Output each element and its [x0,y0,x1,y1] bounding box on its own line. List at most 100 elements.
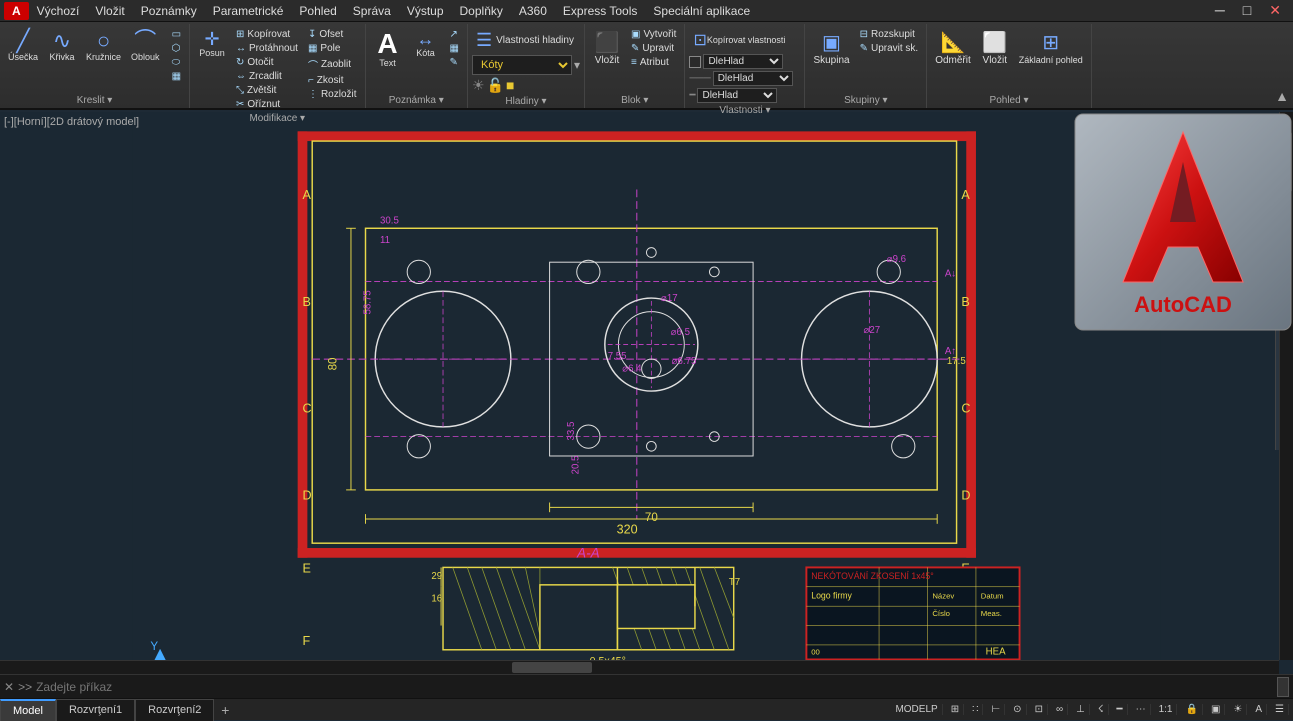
zoom-scale[interactable]: 1:1 [1155,704,1178,715]
menu-vychozi[interactable]: Výchozí [29,2,88,20]
layer-dropdown-arrow[interactable]: ▾ [574,58,580,72]
layer-lock-icon[interactable]: 🔓 [487,77,504,94]
tool-rotate[interactable]: ↻ Otočit [232,56,302,69]
section-vlastnosti-label[interactable]: Vlastnosti [689,103,800,118]
snap-button[interactable]: ∷ [968,704,983,715]
tool-edit-block[interactable]: ✎ Upravit [627,42,680,55]
lineweight-dropdown[interactable]: DleHlad [697,88,777,103]
tool-fillet[interactable]: ⌒ Zaoblit [304,56,361,73]
maximize-button[interactable]: □ [1235,0,1259,21]
tool-attrib[interactable]: ≡ Atribut [627,56,680,69]
tool-create-block[interactable]: ▣ Vytvořit [627,28,680,41]
grid-button[interactable]: ⊞ [947,704,964,715]
command-scroll[interactable] [1277,677,1289,697]
h-scrollbar-thumb[interactable] [512,662,592,673]
tool-polygon[interactable]: ⬡ [168,42,185,55]
tool-markup[interactable]: ✎ [446,56,463,69]
section-poznamka-label[interactable]: Poznámka [370,93,463,108]
section-skupiny-label[interactable]: Skupiny [809,93,922,108]
tool-protahnout[interactable]: ↔ Protáhnout [232,42,302,55]
tab-layout1[interactable]: Rozvrţení1 [56,699,135,721]
layer-freeze-icon[interactable]: ☀ [472,77,485,94]
modelp-button[interactable]: MODELP [891,704,942,715]
command-input[interactable] [36,680,1273,694]
command-close-icon[interactable]: ✕ [4,680,14,694]
ortho-button[interactable]: ⊢ [987,704,1005,715]
menu-vystup[interactable]: Výstup [399,2,452,20]
menu-pohled[interactable]: Pohled [291,2,344,20]
ducs-button[interactable]: ⊥ [1072,704,1090,715]
tool-posun[interactable]: ✛ Posun [194,28,230,60]
tool-table[interactable]: ▦ [446,42,463,55]
tool-vlastnosti-hladiny[interactable]: ☰ Vlastnosti hladiny [472,28,578,53]
section-pohled-label[interactable]: Pohled [931,93,1087,108]
tool-hatch[interactable]: ▦ [168,70,185,83]
add-layout-button[interactable]: + [214,699,236,721]
tool-array[interactable]: ▦ Pole [304,42,361,55]
close-button[interactable]: ✕ [1261,0,1289,21]
lweight-button[interactable]: ━ [1113,704,1128,715]
svg-text:20.5: 20.5 [571,456,582,475]
tool-kruznice[interactable]: ○ Kružnice [82,28,125,64]
tool-kopirovat-vlastnosti[interactable]: ⊡ Kopírovat vlastnosti [689,28,789,52]
section-hladiny-label[interactable]: Hladiny [472,94,580,109]
tool-skupina[interactable]: ▣ Skupina [809,28,853,68]
tool-kota[interactable]: ↔ Kóta [408,28,444,60]
tp-button[interactable]: ⋯ [1132,704,1151,715]
measure-icon: 📐 [941,30,966,55]
menu-a360[interactable]: A360 [511,2,555,20]
osnap-button[interactable]: ⊡ [1031,704,1048,715]
color-dropdown[interactable]: DleHlad [703,54,783,69]
tool-scale[interactable]: ⤡ Zvětšit [232,84,302,97]
svg-text:A: A [303,188,312,202]
menu-doplnky[interactable]: Doplňky [452,2,511,20]
layer-dropdown[interactable]: Kóty [472,55,572,75]
dyn-button[interactable]: ☇ [1094,704,1109,715]
menu-special[interactable]: Speciální aplikace [645,2,758,20]
app-menu-button[interactable]: A [4,2,29,20]
tool-ellipse[interactable]: ⬭ [168,56,185,69]
menu-vlozit[interactable]: Vložit [87,2,132,20]
minimize-button[interactable]: ─ [1207,0,1233,21]
menu-sprava[interactable]: Správa [345,2,399,20]
tool-mirror[interactable]: ⇔ Zrcadlit [232,70,302,83]
tool-vlozit[interactable]: ⬛ Vložit [589,28,625,68]
ribbon-expand[interactable]: ▲ [1271,24,1293,108]
tool-vlozit-btn2[interactable]: ⬜ Vložit [977,28,1013,68]
menu-parametricke[interactable]: Parametrické [205,2,292,20]
tool-offset[interactable]: ↧ Ofset [304,28,361,41]
tab-model[interactable]: Model [0,699,56,721]
svg-text:D: D [961,489,970,503]
lock-button[interactable]: 🔒 [1181,704,1202,715]
tool-krivka[interactable]: ∿ Křivka [44,28,80,64]
polar-button[interactable]: ⊙ [1009,704,1026,715]
menu-poznamky[interactable]: Poznámky [133,2,205,20]
tool-usecka[interactable]: ╱ Úsečka [4,28,42,64]
layer-color-icon[interactable]: ■ [506,77,514,94]
tool-zakladni-pohled[interactable]: ⊞ Základní pohled [1015,28,1087,67]
annotation-button[interactable]: A [1251,704,1267,715]
command-search-icon[interactable]: >> [18,680,32,694]
isolate-button[interactable]: ☀ [1229,704,1247,715]
section-blok-label[interactable]: Blok [589,93,680,108]
otrack-button[interactable]: ∞ [1052,704,1068,715]
ws-button[interactable]: ☰ [1271,704,1289,715]
tool-leader[interactable]: ↗ [446,28,463,41]
hardware-button[interactable]: ▣ [1207,704,1225,715]
linetype-dropdown[interactable]: DleHlad [713,71,793,86]
tool-explode[interactable]: ⋮ Rozložit [304,88,361,101]
tool-kopirovat[interactable]: ⊞ Kopírovat [232,28,302,41]
tab-layout2[interactable]: Rozvrţení2 [135,699,214,721]
section-kreslit-label[interactable]: Kreslit [4,93,185,108]
section-modifikace-label[interactable]: Modifikace [194,111,361,126]
tool-rectangle[interactable]: ▭ [168,28,185,41]
tool-text[interactable]: A Text [370,28,406,70]
tool-group-edit[interactable]: ✎ Upravit sk. [856,42,923,55]
horizontal-scrollbar[interactable] [0,660,1279,674]
tool-chamfer[interactable]: ⌐ Zkosit [304,74,361,87]
tool-ungroup[interactable]: ⊟ Rozskupit [856,28,923,41]
tool-odmerit[interactable]: 📐 Odměřit [931,28,975,68]
menu-express[interactable]: Express Tools [555,2,645,20]
tool-trim[interactable]: ✂ Oříznut [232,98,302,111]
tool-oblouk[interactable]: ⌒ Oblouk [127,28,164,64]
